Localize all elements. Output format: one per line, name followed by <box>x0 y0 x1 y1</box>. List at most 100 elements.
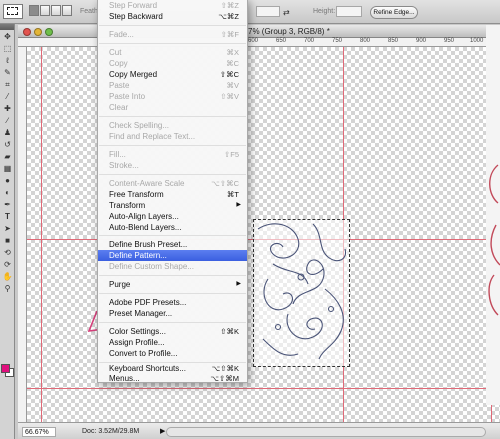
menu-item-define-brush-preset[interactable]: Define Brush Preset... <box>98 239 247 250</box>
ruler-tick: 650 <box>276 38 287 44</box>
eraser-tool-icon[interactable]: ▰ <box>2 152 13 162</box>
menu-item-check-spelling[interactable]: Check Spelling... <box>98 120 247 131</box>
menu-item-transform[interactable]: Transform ▶ <box>98 200 247 211</box>
history-brush-tool-icon[interactable]: ↺ <box>2 140 13 150</box>
menu-item-auto-align-layers[interactable]: Auto-Align Layers... <box>98 211 247 222</box>
menu-item-copy-merged[interactable]: Copy Merged ⇧⌘C <box>98 69 247 80</box>
menu-item-paste-into[interactable]: Paste Into ⇧⌘V <box>98 91 247 102</box>
menu-item-stroke[interactable]: Stroke... <box>98 160 247 171</box>
refine-edge-button[interactable]: Refine Edge... <box>370 6 418 19</box>
hand-tool-icon[interactable]: ✋ <box>2 272 13 282</box>
menu-item-fade[interactable]: Fade... ⇧⌘F <box>98 29 247 40</box>
eyedropper-tool-icon[interactable]: ⁄ <box>2 92 13 102</box>
3d-rotate-tool-icon[interactable]: ⟲ <box>2 248 13 258</box>
menu-item-purge[interactable]: Purge ▶ <box>98 279 247 290</box>
crop-tool-icon[interactable]: ⌗ <box>2 80 13 90</box>
ruler-tick: 1000 <box>470 38 484 44</box>
status-menu-arrow-icon[interactable]: ▶ <box>160 427 165 435</box>
ruler-tick: 950 <box>444 38 455 44</box>
dodge-tool-icon[interactable]: ◐ <box>2 188 13 198</box>
ruler-tick: 600 <box>248 38 259 44</box>
horizontal-ruler[interactable]: 600 650 700 750 800 850 900 950 1000 <box>18 38 500 47</box>
menu-item-auto-blend-layers[interactable]: Auto-Blend Layers... <box>98 222 247 233</box>
menu-item-adobe-pdf-presets[interactable]: Adobe PDF Presets... <box>98 297 247 308</box>
zoom-tool-icon[interactable]: ⚲ <box>2 284 13 294</box>
clone-stamp-tool-icon[interactable]: ♟ <box>2 128 13 138</box>
menu-item-copy[interactable]: Copy ⌘C <box>98 58 247 69</box>
3d-orbit-tool-icon[interactable]: ⟳ <box>2 260 13 270</box>
close-window-icon[interactable] <box>23 28 31 36</box>
type-tool-icon[interactable]: T <box>2 212 13 222</box>
vertical-ruler[interactable] <box>18 47 27 422</box>
menu-item-convert-to-profile[interactable]: Convert to Profile... <box>98 348 247 359</box>
menu-separator <box>99 43 246 44</box>
new-selection-button[interactable] <box>29 5 39 16</box>
horizontal-guide[interactable] <box>27 388 500 389</box>
height-field[interactable] <box>336 6 362 17</box>
menu-item-content-aware-scale[interactable]: Content-Aware Scale ⌥⇧⌘C <box>98 178 247 189</box>
status-bar: 66.67% Doc: 3.52M/29.8M ▶ <box>18 422 500 439</box>
menu-item-step-forward[interactable]: Step Forward ⇧⌘Z <box>98 0 247 11</box>
menu-item-find-replace[interactable]: Find and Replace Text... <box>98 131 247 142</box>
rectangular-marquee-icon <box>7 7 18 15</box>
tools-panel-grip[interactable] <box>0 24 14 30</box>
menu-separator <box>99 293 246 294</box>
menu-item-assign-profile[interactable]: Assign Profile... <box>98 337 247 348</box>
horizontal-scrollbar[interactable] <box>166 427 486 437</box>
menu-item-preset-manager[interactable]: Preset Manager... <box>98 308 247 319</box>
vertical-guide[interactable] <box>41 47 42 422</box>
height-label: Height: <box>313 8 336 15</box>
ruler-tick: 750 <box>332 38 343 44</box>
menu-item-keyboard-shortcuts[interactable]: Keyboard Shortcuts... ⌥⇧⌘K <box>98 363 247 374</box>
ruler-tick: 800 <box>360 38 371 44</box>
brush-tool-icon[interactable]: ∕ <box>2 116 13 126</box>
menu-item-paste[interactable]: Paste ⌘V <box>98 80 247 91</box>
tool-preset-picker[interactable] <box>3 4 23 19</box>
blur-tool-icon[interactable]: ● <box>2 176 13 186</box>
width-field[interactable] <box>256 6 280 17</box>
foreground-color-swatch[interactable] <box>1 364 10 373</box>
menu-item-fill[interactable]: Fill... ⇧F5 <box>98 149 247 160</box>
menu-separator <box>99 322 246 323</box>
menu-item-cut[interactable]: Cut ⌘X <box>98 47 247 58</box>
menu-item-define-custom-shape[interactable]: Define Custom Shape... <box>98 261 247 272</box>
pen-tool-icon[interactable]: ✒ <box>2 200 13 210</box>
ruler-tick: 700 <box>304 38 315 44</box>
options-bar: Feathe ⇄ Height: Refine Edge... <box>0 0 500 24</box>
menu-item-define-pattern[interactable]: Define Pattern... <box>98 250 247 261</box>
background-window-artwork <box>486 25 500 405</box>
ruler-tick: 850 <box>388 38 399 44</box>
menu-separator <box>99 275 246 276</box>
menu-separator <box>99 116 246 117</box>
minimize-window-icon[interactable] <box>34 28 42 36</box>
menu-item-menus[interactable]: Menus... ⌥⇧⌘M <box>98 374 247 383</box>
menu-separator <box>99 145 246 146</box>
document-size: Doc: 3.52M/29.8M <box>82 428 140 435</box>
path-select-tool-icon[interactable]: ➤ <box>2 224 13 234</box>
ornamental-swirl-artwork <box>257 223 347 360</box>
submenu-arrow-icon: ▶ <box>236 281 241 287</box>
ruler-tick: 900 <box>416 38 427 44</box>
subtract-from-selection-button[interactable] <box>51 5 61 16</box>
move-tool-icon[interactable]: ✥ <box>2 32 13 42</box>
menu-separator <box>99 235 246 236</box>
menu-item-step-backward[interactable]: Step Backward ⌥⌘Z <box>98 11 247 22</box>
shape-tool-icon[interactable]: ■ <box>2 236 13 246</box>
menu-item-free-transform[interactable]: Free Transform ⌘T <box>98 189 247 200</box>
healing-brush-tool-icon[interactable]: ✚ <box>2 104 13 114</box>
document-title: 7% (Group 3, RGB/8) * <box>248 27 330 36</box>
quick-select-tool-icon[interactable]: ✎ <box>2 68 13 78</box>
document-window: 7% (Group 3, RGB/8) * 600 650 700 750 80… <box>18 25 500 439</box>
menu-item-color-settings[interactable]: Color Settings... ⇧⌘K <box>98 326 247 337</box>
marquee-tool-icon[interactable]: ⬚ <box>2 44 13 54</box>
gradient-tool-icon[interactable]: ▦ <box>2 164 13 174</box>
intersect-selection-button[interactable] <box>62 5 72 16</box>
zoom-window-icon[interactable] <box>45 28 53 36</box>
add-to-selection-button[interactable] <box>40 5 50 16</box>
tools-panel: ✥ ⬚ ℓ ✎ ⌗ ⁄ ✚ ∕ ♟ ↺ ▰ ▦ ● ◐ ✒ T ➤ ■ ⟲ ⟳ … <box>0 24 15 439</box>
selection-mode-buttons <box>29 5 72 16</box>
swap-dimensions-icon[interactable]: ⇄ <box>283 8 290 17</box>
lasso-tool-icon[interactable]: ℓ <box>2 56 13 66</box>
zoom-level-field[interactable]: 66.67% <box>22 427 56 437</box>
menu-item-clear[interactable]: Clear <box>98 102 247 113</box>
